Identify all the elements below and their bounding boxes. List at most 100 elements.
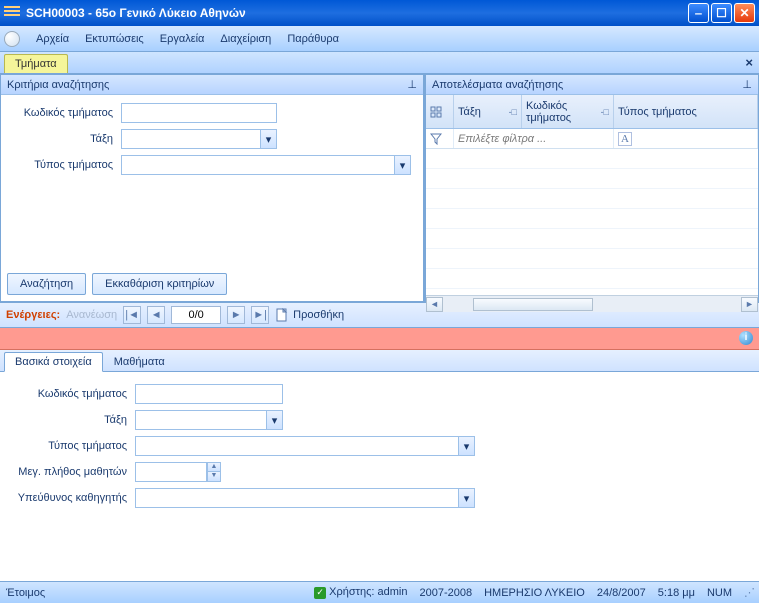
detail-max-row: Μεγ. πλήθος μαθητών ▲ ▼ bbox=[10, 462, 749, 482]
status-school: ΗΜΕΡΗΣΙΟ ΛΥΚΕΙΟ bbox=[484, 587, 585, 599]
document-tabs: Τμήματα × bbox=[0, 52, 759, 74]
results-header: Αποτελέσματα αναζήτησης ⊥ bbox=[426, 75, 758, 95]
funnel-icon bbox=[430, 133, 442, 145]
detail-max-input[interactable] bbox=[135, 462, 207, 482]
grid-col-type[interactable]: Τύπος τμήματος bbox=[614, 95, 758, 128]
criteria-type-value[interactable] bbox=[121, 155, 394, 175]
status-ready: Έτοιμος bbox=[6, 587, 45, 599]
tab-basic[interactable]: Βασικά στοιχεία bbox=[4, 352, 103, 372]
detail-code-row: Κωδικός τμήματος bbox=[10, 384, 749, 404]
chevron-down-icon[interactable]: ▾ bbox=[458, 488, 475, 508]
detail-teacher-row: Υπεύθυνος καθηγητής ▾ bbox=[10, 488, 749, 508]
detail-class-combo[interactable]: ▾ bbox=[135, 410, 283, 430]
window-title: SCH00003 - 65ο Γενικό Λύκειο Αθηνών bbox=[26, 6, 688, 20]
close-button[interactable]: ✕ bbox=[734, 3, 755, 23]
search-button[interactable]: Αναζήτηση bbox=[7, 273, 86, 295]
clear-button[interactable]: Εκκαθάριση κριτηρίων bbox=[92, 273, 227, 295]
criteria-class-value[interactable] bbox=[121, 129, 260, 149]
detail-teacher-value[interactable] bbox=[135, 488, 458, 508]
detail-type-label: Τύπος τμήματος bbox=[10, 440, 135, 452]
scroll-right-icon[interactable]: ► bbox=[741, 297, 758, 312]
criteria-type-combo[interactable]: ▾ bbox=[121, 155, 411, 175]
detail-form: Κωδικός τμήματος Τάξη ▾ Τύπος τμήματος ▾… bbox=[0, 372, 759, 564]
nav-first-icon[interactable]: |◄ bbox=[123, 306, 141, 324]
table-row bbox=[426, 209, 758, 229]
spinner-down-icon[interactable]: ▼ bbox=[207, 472, 221, 482]
grid-selector-col[interactable] bbox=[426, 95, 454, 128]
chevron-down-icon[interactable]: ▾ bbox=[394, 155, 411, 175]
detail-teacher-combo[interactable]: ▾ bbox=[135, 488, 475, 508]
table-row bbox=[426, 169, 758, 189]
validation-strip: i bbox=[0, 328, 759, 350]
maximize-button[interactable]: ☐ bbox=[711, 3, 732, 23]
scroll-thumb[interactable] bbox=[473, 298, 593, 311]
filter-cell-type[interactable]: A bbox=[614, 129, 758, 148]
horizontal-scrollbar[interactable]: ◄ ► bbox=[426, 295, 758, 312]
nav-prev-icon[interactable]: ◄ bbox=[147, 306, 165, 324]
spinner-up-icon[interactable]: ▲ bbox=[207, 462, 221, 472]
pin-icon[interactable]: ⊥ bbox=[742, 78, 752, 91]
scroll-left-icon[interactable]: ◄ bbox=[426, 297, 443, 312]
menu-prints[interactable]: Εκτυπώσεις bbox=[77, 29, 152, 49]
status-year: 2007-2008 bbox=[419, 587, 472, 599]
criteria-class-combo[interactable]: ▾ bbox=[121, 129, 277, 149]
info-icon[interactable]: i bbox=[739, 331, 753, 345]
app-menu-icon[interactable] bbox=[4, 31, 20, 47]
table-row bbox=[426, 229, 758, 249]
status-user: ✓Χρήστης: admin bbox=[314, 586, 407, 599]
tab-close-icon[interactable]: × bbox=[745, 55, 753, 70]
detail-class-row: Τάξη ▾ bbox=[10, 410, 749, 430]
detail-type-row: Τύπος τμήματος ▾ bbox=[10, 436, 749, 456]
resize-grip-icon[interactable]: ⋰ bbox=[744, 586, 753, 599]
detail-max-label: Μεγ. πλήθος μαθητών bbox=[10, 466, 135, 478]
menu-admin[interactable]: Διαχείριση bbox=[212, 29, 279, 49]
detail-teacher-label: Υπεύθυνος καθηγητής bbox=[10, 492, 135, 504]
table-row bbox=[426, 189, 758, 209]
tab-sections[interactable]: Τμήματα bbox=[4, 54, 68, 73]
criteria-panel: Κριτήρια αναζήτησης ⊥ Κωδικός τμήματος Τ… bbox=[0, 74, 425, 302]
criteria-code-label: Κωδικός τμήματος bbox=[11, 107, 121, 119]
tab-subjects[interactable]: Μαθήματα bbox=[103, 352, 176, 371]
table-row bbox=[426, 249, 758, 269]
detail-code-input[interactable] bbox=[135, 384, 283, 404]
nav-last-icon[interactable]: ►| bbox=[251, 306, 269, 324]
scroll-track[interactable] bbox=[443, 297, 741, 312]
pin-icon[interactable]: ⊥ bbox=[407, 78, 417, 91]
detail-tabs: Βασικά στοιχεία Μαθήματα bbox=[0, 350, 759, 372]
detail-class-value[interactable] bbox=[135, 410, 266, 430]
pager-display: 0/0 bbox=[171, 306, 221, 324]
criteria-class-label: Τάξη bbox=[11, 133, 121, 145]
status-date: 24/8/2007 bbox=[597, 587, 646, 599]
criteria-title: Κριτήρια αναζήτησης bbox=[7, 79, 109, 91]
filter-placeholder[interactable]: Επιλέξτε φίλτρα ... bbox=[454, 129, 614, 148]
filter-icon-cell[interactable] bbox=[426, 129, 454, 148]
menu-windows[interactable]: Παράθυρα bbox=[279, 29, 347, 49]
detail-type-combo[interactable]: ▾ bbox=[135, 436, 475, 456]
criteria-body: Κωδικός τμήματος Τάξη ▾ Τύπος τμήματος ▾ bbox=[1, 95, 423, 267]
criteria-type-label: Τύπος τμήματος bbox=[11, 159, 121, 171]
status-num: NUM bbox=[707, 587, 732, 599]
grid-icon bbox=[430, 106, 442, 118]
nav-next-icon[interactable]: ► bbox=[227, 306, 245, 324]
criteria-code-row: Κωδικός τμήματος bbox=[11, 103, 413, 123]
criteria-class-row: Τάξη ▾ bbox=[11, 129, 413, 149]
criteria-code-input[interactable] bbox=[121, 103, 277, 123]
app-icon bbox=[4, 6, 20, 20]
new-doc-icon bbox=[275, 308, 289, 322]
grid-col-class[interactable]: Τάξη-□ bbox=[454, 95, 522, 128]
chevron-down-icon[interactable]: ▾ bbox=[266, 410, 283, 430]
grid-filter-row: Επιλέξτε φίλτρα ... A bbox=[426, 129, 758, 149]
chevron-down-icon[interactable]: ▾ bbox=[260, 129, 277, 149]
results-title: Αποτελέσματα αναζήτησης bbox=[432, 79, 563, 91]
chevron-down-icon[interactable]: ▾ bbox=[458, 436, 475, 456]
menu-files[interactable]: Αρχεία bbox=[28, 29, 77, 49]
add-button[interactable]: Προσθήκη bbox=[275, 308, 344, 322]
table-row bbox=[426, 149, 758, 169]
statusbar: Έτοιμος ✓Χρήστης: admin 2007-2008 ΗΜΕΡΗΣ… bbox=[0, 581, 759, 603]
refresh-link[interactable]: Ανανέωση bbox=[66, 309, 117, 321]
detail-type-value[interactable] bbox=[135, 436, 458, 456]
minimize-button[interactable]: ‒ bbox=[688, 3, 709, 23]
menu-tools[interactable]: Εργαλεία bbox=[152, 29, 213, 49]
grid-col-code[interactable]: Κωδικός τμήματος-□ bbox=[522, 95, 614, 128]
detail-class-label: Τάξη bbox=[10, 414, 135, 426]
